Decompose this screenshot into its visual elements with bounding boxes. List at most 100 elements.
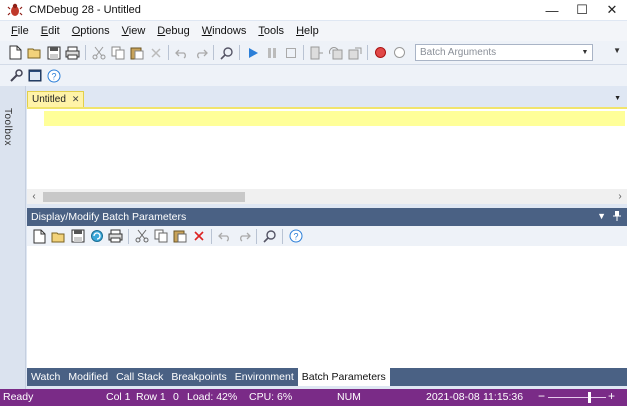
minimize-icon: — bbox=[545, 2, 559, 18]
menu-label-rest: ptions bbox=[80, 25, 110, 37]
console-icon[interactable] bbox=[26, 67, 43, 84]
cut-icon[interactable] bbox=[90, 44, 107, 61]
menu-options[interactable]: Options bbox=[67, 25, 115, 37]
panel-title: Display/Modify Batch Parameters bbox=[31, 211, 187, 223]
menu-mnemonic: O bbox=[71, 25, 81, 37]
step-into-icon[interactable] bbox=[308, 44, 325, 61]
cut-icon[interactable] bbox=[133, 228, 150, 245]
menu-edit[interactable]: Edit bbox=[36, 25, 65, 37]
menu-view[interactable]: View bbox=[117, 25, 151, 37]
redo-icon[interactable] bbox=[192, 44, 209, 61]
current-line-highlight bbox=[44, 111, 625, 126]
help-icon[interactable]: ? bbox=[45, 67, 62, 84]
toolbar-separator bbox=[282, 228, 283, 244]
print-icon[interactable] bbox=[64, 44, 81, 61]
tab-environment[interactable]: Environment bbox=[231, 368, 298, 386]
help-icon[interactable]: ? bbox=[287, 228, 304, 245]
tab-watch[interactable]: Watch bbox=[27, 368, 64, 386]
scrollbar-track[interactable] bbox=[41, 191, 613, 202]
menu-help[interactable]: Help bbox=[291, 25, 324, 37]
refresh-icon[interactable] bbox=[88, 228, 105, 245]
status-num: NUM bbox=[337, 391, 361, 403]
delete-icon[interactable] bbox=[147, 44, 164, 61]
maximize-button[interactable]: ☐ bbox=[567, 0, 597, 20]
status-bar: Ready Col 1 Row 1 0 Load: 42% CPU: 6% NU… bbox=[0, 389, 627, 406]
undo-icon[interactable] bbox=[173, 44, 190, 61]
tab-modified[interactable]: Modified bbox=[64, 368, 112, 386]
undo-icon[interactable] bbox=[216, 228, 233, 245]
batch-parameters-grid[interactable] bbox=[27, 246, 627, 368]
menu-label-rest: indows bbox=[212, 25, 247, 37]
close-icon: ✕ bbox=[606, 2, 618, 17]
clear-breakpoint-icon[interactable] bbox=[391, 44, 408, 61]
panel-menu-icon[interactable]: ▼ bbox=[597, 211, 606, 223]
tab-breakpoints[interactable]: Breakpoints bbox=[167, 368, 230, 386]
menu-debug[interactable]: Debug bbox=[152, 25, 194, 37]
new-file-icon[interactable] bbox=[7, 44, 24, 61]
menu-mnemonic: H bbox=[296, 25, 305, 37]
run-icon[interactable] bbox=[244, 44, 261, 61]
step-over-icon[interactable] bbox=[327, 44, 344, 61]
open-folder-icon[interactable] bbox=[26, 44, 43, 61]
menu-mnemonic: E bbox=[40, 25, 49, 37]
copy-icon[interactable] bbox=[109, 44, 126, 61]
menu-label-rest: iew bbox=[128, 25, 146, 37]
toolbar-separator bbox=[168, 45, 169, 60]
redo-icon[interactable] bbox=[235, 228, 252, 245]
scroll-right-icon[interactable]: › bbox=[613, 191, 627, 202]
zoom-in-icon[interactable]: + bbox=[608, 389, 615, 403]
pin-icon[interactable] bbox=[613, 211, 621, 223]
toolbar-separator bbox=[367, 45, 368, 60]
code-editor[interactable]: ‹ › bbox=[27, 107, 627, 204]
zoom-track[interactable] bbox=[548, 397, 606, 398]
close-tab-icon[interactable]: ✕ bbox=[72, 94, 80, 105]
pause-icon[interactable] bbox=[263, 44, 280, 61]
status-date: 2021-08-08 bbox=[426, 391, 480, 403]
minimize-button[interactable]: — bbox=[537, 0, 567, 20]
breakpoint-icon[interactable] bbox=[372, 44, 389, 61]
document-list-dropdown-icon[interactable]: ▼ bbox=[614, 95, 621, 102]
menu-windows[interactable]: Windows bbox=[197, 25, 252, 37]
toolbar-separator bbox=[128, 228, 129, 244]
toolbar-overflow-icon[interactable]: ▼ bbox=[613, 46, 621, 55]
print-icon[interactable] bbox=[107, 228, 124, 245]
paste-icon[interactable] bbox=[128, 44, 145, 61]
close-button[interactable]: ✕ bbox=[597, 0, 627, 20]
save-icon[interactable] bbox=[45, 44, 62, 61]
scrollbar-thumb[interactable] bbox=[43, 192, 245, 202]
chevron-down-icon[interactable]: ▼ bbox=[578, 45, 592, 60]
horizontal-scrollbar[interactable]: ‹ › bbox=[27, 189, 627, 204]
stop-icon[interactable] bbox=[282, 44, 299, 61]
find-icon[interactable] bbox=[218, 44, 235, 61]
batch-arguments-placeholder: Batch Arguments bbox=[420, 47, 497, 58]
menu-tools[interactable]: Tools bbox=[253, 25, 289, 37]
save-icon[interactable] bbox=[69, 228, 86, 245]
menu-file[interactable]: File bbox=[6, 25, 34, 37]
batch-arguments-combobox[interactable]: Batch Arguments ▼ bbox=[415, 44, 593, 61]
new-file-icon[interactable] bbox=[31, 228, 48, 245]
tab-call-stack[interactable]: Call Stack bbox=[112, 368, 167, 386]
svg-text:?: ? bbox=[51, 71, 56, 81]
zoom-slider[interactable]: − + bbox=[538, 389, 624, 404]
paste-icon[interactable] bbox=[171, 228, 188, 245]
app-bug-icon bbox=[7, 2, 23, 18]
zoom-knob[interactable] bbox=[587, 392, 591, 403]
scroll-left-icon[interactable]: ‹ bbox=[27, 191, 41, 202]
tab-untitled[interactable]: Untitled ✕ bbox=[27, 91, 85, 107]
menu-label-rest: ile bbox=[17, 25, 29, 37]
toolbox-label[interactable]: Toolbox bbox=[2, 108, 13, 146]
window-title: CMDebug 28 - Untitled bbox=[29, 4, 141, 16]
settings-wrench-icon[interactable] bbox=[7, 67, 24, 84]
status-cpu: CPU: 6% bbox=[249, 391, 293, 403]
open-folder-icon[interactable] bbox=[50, 228, 67, 245]
title-bar: CMDebug 28 - Untitled — ☐ ✕ bbox=[0, 0, 627, 20]
step-out-icon[interactable] bbox=[346, 44, 363, 61]
status-count: 0 bbox=[173, 391, 179, 403]
secondary-toolbar: ? bbox=[0, 64, 627, 86]
zoom-out-icon[interactable]: − bbox=[538, 389, 545, 403]
tab-batch-parameters[interactable]: Batch Parameters bbox=[297, 368, 390, 386]
delete-icon[interactable] bbox=[190, 228, 207, 245]
find-icon[interactable] bbox=[261, 228, 278, 245]
editor-gutter[interactable] bbox=[27, 109, 43, 191]
copy-icon[interactable] bbox=[152, 228, 169, 245]
